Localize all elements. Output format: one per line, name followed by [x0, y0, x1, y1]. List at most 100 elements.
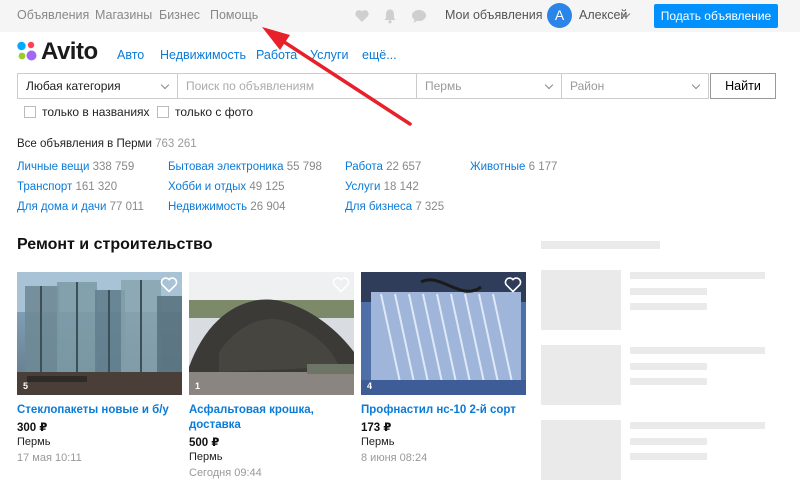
- search-input[interactable]: Поиск по объявлениям: [177, 73, 417, 99]
- category-link[interactable]: Недвижимость 26 904: [168, 201, 286, 213]
- nav-jobs[interactable]: Работа: [256, 48, 297, 62]
- skeleton-line: [630, 363, 707, 370]
- category-link[interactable]: Для дома и дачи 77 011: [17, 201, 144, 213]
- category-name[interactable]: Личные вещи: [17, 161, 89, 173]
- nav-more[interactable]: ещё...: [362, 48, 397, 62]
- category-link[interactable]: Личные вещи 338 759: [17, 161, 134, 173]
- nav-services[interactable]: Услуги: [310, 48, 348, 62]
- category-link[interactable]: Услуги 18 142: [345, 181, 419, 193]
- all-ads-label: Все объявления в Перми: [17, 138, 152, 150]
- favorite-heart-icon[interactable]: [504, 276, 522, 293]
- skeleton-header: [541, 241, 660, 249]
- category-link[interactable]: Транспорт 161 320: [17, 181, 117, 193]
- post-ad-button[interactable]: Подать объявление: [654, 4, 778, 28]
- search-input-placeholder: Поиск по объявлениям: [186, 79, 315, 93]
- username-menu[interactable]: Алексей: [579, 8, 627, 22]
- find-button[interactable]: Найти: [710, 73, 776, 99]
- city-select-value: Пермь: [425, 79, 462, 93]
- listing-photo[interactable]: 1: [189, 272, 354, 395]
- category-count: 49 125: [249, 181, 285, 193]
- category-count: 18 142: [383, 181, 419, 193]
- category-name[interactable]: Услуги: [345, 181, 380, 193]
- all-ads-count: 763 261: [155, 138, 197, 150]
- category-count: 55 798: [286, 161, 322, 173]
- skeleton-line: [630, 303, 707, 310]
- category-link[interactable]: Для бизнеса 7 325: [345, 201, 444, 213]
- listing-title[interactable]: Асфальтовая крошка, доставка: [189, 403, 354, 433]
- skeleton-line: [630, 378, 707, 385]
- category-name[interactable]: Работа: [345, 161, 383, 173]
- nav-realty[interactable]: Недвижимость: [160, 48, 246, 62]
- listing-price: 500 ₽: [189, 437, 220, 449]
- logo-text: Avito: [41, 38, 98, 65]
- category-count: 6 177: [528, 161, 558, 173]
- category-name[interactable]: Для дома и дачи: [17, 201, 106, 213]
- notifications-bell-icon[interactable]: [382, 8, 398, 24]
- category-link[interactable]: Работа 22 657: [345, 161, 421, 173]
- toplink-business[interactable]: Бизнес: [159, 8, 200, 22]
- category-link[interactable]: Бытовая электроника 55 798: [168, 161, 322, 173]
- skeleton-line: [630, 288, 707, 295]
- category-count: 26 904: [250, 201, 286, 213]
- skeleton-line: [630, 422, 765, 429]
- favorite-heart-icon[interactable]: [160, 276, 178, 293]
- category-name[interactable]: Транспорт: [17, 181, 72, 193]
- listing-city: Пермь: [17, 436, 51, 448]
- category-name[interactable]: Для бизнеса: [345, 201, 412, 213]
- toplink-shops[interactable]: Магазины: [95, 8, 152, 22]
- skeleton-line: [630, 453, 707, 460]
- nav-auto[interactable]: Авто: [117, 48, 144, 62]
- section-title: Ремонт и строительство: [17, 236, 213, 253]
- category-link[interactable]: Хобби и отдых 49 125: [168, 181, 285, 193]
- top-bar: Объявления Магазины Бизнес Помощь Мои об…: [0, 0, 800, 32]
- listing-title[interactable]: Стеклопакеты новые и б/у: [17, 403, 182, 418]
- toplink-help[interactable]: Помощь: [210, 8, 258, 22]
- listing-city: Пермь: [361, 436, 395, 448]
- category-count: 161 320: [75, 181, 118, 193]
- favorites-heart-icon[interactable]: [354, 8, 370, 24]
- my-ads-link[interactable]: Мои объявления: [445, 8, 543, 22]
- listing-photo-image: [17, 272, 182, 395]
- only-photo-label[interactable]: только с фото: [175, 105, 253, 119]
- category-name[interactable]: Недвижимость: [168, 201, 247, 213]
- chevron-down-icon: [544, 80, 554, 90]
- chevron-down-icon: [160, 80, 170, 90]
- listing-price: 173 ₽: [361, 422, 392, 434]
- listing-price: 300 ₽: [17, 422, 48, 434]
- category-link[interactable]: Животные 6 177: [470, 161, 557, 173]
- city-select[interactable]: Пермь: [416, 73, 562, 99]
- listing-city: Пермь: [189, 451, 223, 463]
- only-titles-label[interactable]: только в названиях: [42, 105, 150, 119]
- skeleton-thumb: [541, 420, 621, 480]
- only-photo-checkbox[interactable]: [157, 106, 169, 118]
- category-count: 338 759: [92, 161, 135, 173]
- toplink-ads[interactable]: Объявления: [17, 8, 89, 22]
- only-titles-checkbox[interactable]: [24, 106, 36, 118]
- category-select-value: Любая категория: [26, 79, 121, 93]
- messages-chat-icon[interactable]: [411, 8, 427, 24]
- skeleton-thumb: [541, 345, 621, 405]
- avatar[interactable]: А: [547, 3, 572, 28]
- category-count: 77 011: [109, 201, 144, 213]
- all-ads-summary: Все объявления в Перми 763 261: [17, 138, 197, 150]
- skeleton-thumb: [541, 270, 621, 330]
- listing-date: 17 мая 10:11: [17, 452, 82, 464]
- category-name[interactable]: Хобби и отдых: [168, 181, 246, 193]
- photo-count: 4: [367, 381, 373, 391]
- category-name[interactable]: Бытовая электроника: [168, 161, 284, 173]
- category-name[interactable]: Животные: [470, 161, 525, 173]
- skeleton-line: [630, 438, 707, 445]
- avito-logo-dots-icon: [17, 41, 37, 61]
- listing-photo-image: [361, 272, 526, 395]
- listing-photo[interactable]: 4: [361, 272, 526, 395]
- category-select[interactable]: Любая категория: [17, 73, 178, 99]
- district-select-value: Район: [570, 79, 605, 93]
- listing-title[interactable]: Профнастил нс-10 2-й сорт: [361, 403, 526, 418]
- favorite-heart-icon[interactable]: [332, 276, 350, 293]
- skeleton-line: [630, 272, 765, 279]
- district-select[interactable]: Район: [561, 73, 709, 99]
- photo-count: 1: [195, 381, 201, 391]
- avito-logo[interactable]: Avito: [16, 38, 106, 68]
- listing-photo-image: [189, 272, 354, 395]
- listing-photo[interactable]: 5: [17, 272, 182, 395]
